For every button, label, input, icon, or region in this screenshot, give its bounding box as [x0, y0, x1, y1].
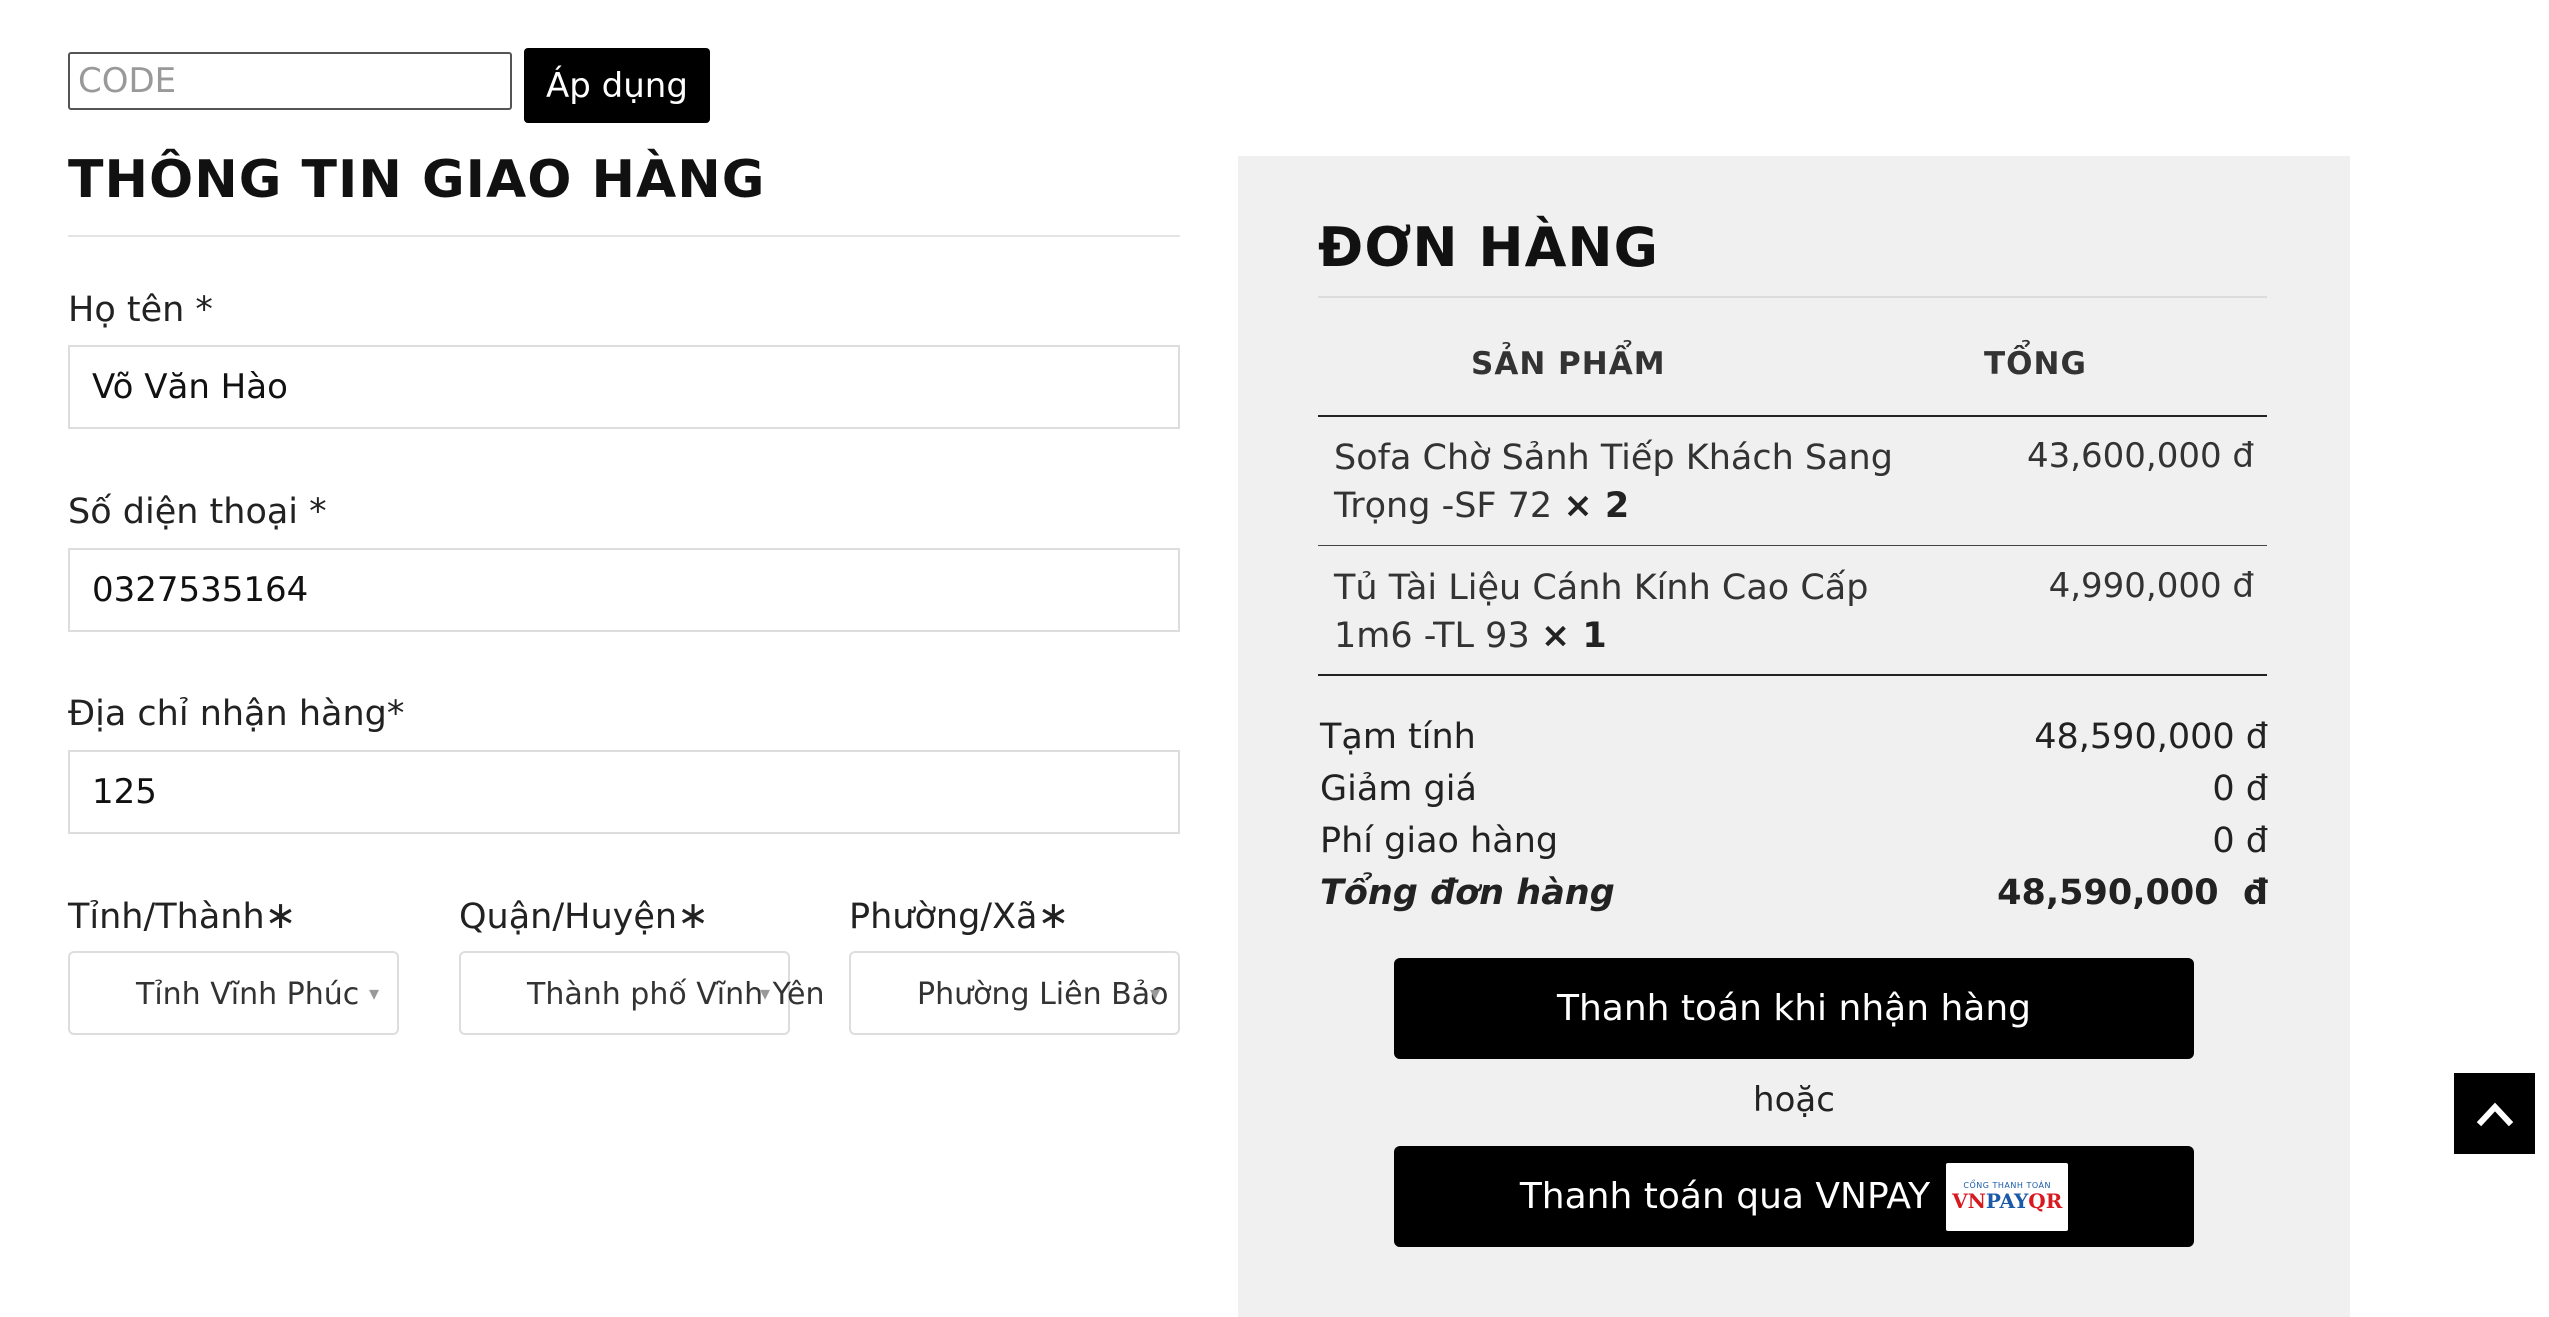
back-to-top-button[interactable] — [2454, 1073, 2535, 1154]
phone-label: Số diện thoại * — [68, 492, 327, 532]
total-column-header: TỔNG — [1984, 346, 2087, 382]
vnpay-qr-logo: CỔNG THANH TOÁN VNPAYQR — [1946, 1162, 2069, 1231]
vnpay-payment-button[interactable]: Thanh toán qua VNPAY CỔNG THANH TOÁN VNP… — [1394, 1146, 2194, 1247]
ward-label: Phường/Xã∗ — [849, 893, 1070, 937]
order-item-qty: × 1 — [1540, 616, 1607, 656]
chevron-up-icon — [2476, 1102, 2513, 1126]
ward-select[interactable]: Phường Liên Bảo ▾ — [849, 951, 1180, 1035]
subtotal-value: 48,590,000 đ — [2034, 717, 2268, 757]
order-item-name: Tủ Tài Liệu Cánh Kính Cao Cấp 1m6 -TL 93… — [1334, 568, 1869, 656]
or-text: hoặc — [1753, 1080, 1835, 1120]
discount-label: Giảm giá — [1320, 769, 1477, 809]
divider — [1318, 296, 2267, 298]
shipping-fee-label: Phí giao hàng — [1320, 821, 1559, 861]
order-item-price: 43,600,000 đ — [2026, 436, 2254, 476]
district-value: Thành phố Vĩnh Yên — [527, 977, 825, 1012]
order-item-price: 4,990,000 đ — [2048, 566, 2254, 606]
address-label: Địa chỉ nhận hàng* — [68, 694, 405, 734]
chevron-down-icon: ▾ — [759, 981, 770, 1005]
chevron-down-icon: ▾ — [1149, 981, 1160, 1005]
province-label: Tỉnh/Thành∗ — [68, 893, 297, 937]
order-total-value: 48,590,000 đ — [1997, 873, 2268, 913]
name-label: Họ tên * — [68, 290, 213, 330]
ward-value: Phường Liên Bảo — [917, 977, 1169, 1012]
table-rule — [1318, 545, 2267, 546]
name-field[interactable] — [68, 345, 1180, 429]
order-title: ĐƠN HÀNG — [1318, 216, 1659, 279]
shipping-info-title: THÔNG TIN GIAO HÀNG — [68, 150, 766, 210]
cod-payment-button[interactable]: Thanh toán khi nhận hàng — [1394, 958, 2194, 1059]
vnpay-button-label: Thanh toán qua VNPAY — [1519, 1176, 1931, 1217]
phone-field[interactable] — [68, 548, 1180, 632]
district-label: Quận/Huyện∗ — [459, 893, 709, 937]
order-item-qty: × 2 — [1563, 486, 1630, 526]
table-rule — [1318, 415, 2267, 417]
apply-coupon-button[interactable]: Áp dụng — [524, 48, 710, 123]
divider — [68, 235, 1180, 237]
order-summary-panel: ĐƠN HÀNG SẢN PHẨM TỔNG Sofa Chờ Sảnh Tiế… — [1238, 156, 2350, 1317]
discount-value: 0 đ — [2212, 769, 2268, 809]
district-select[interactable]: Thành phố Vĩnh Yên ▾ — [459, 951, 824, 1035]
province-select[interactable]: Tỉnh Vĩnh Phúc ▾ — [68, 951, 399, 1035]
shipping-fee-value: 0 đ — [2212, 821, 2268, 861]
address-field[interactable] — [68, 750, 1180, 834]
order-item-name: Sofa Chờ Sảnh Tiếp Khách Sang Trọng -SF … — [1334, 438, 1893, 526]
product-column-header: SẢN PHẨM — [1471, 346, 1666, 382]
order-total-label: Tổng đơn hàng — [1320, 873, 1615, 913]
chevron-down-icon: ▾ — [368, 981, 379, 1005]
subtotal-label: Tạm tính — [1320, 717, 1476, 757]
province-value: Tỉnh Vĩnh Phúc — [136, 977, 360, 1012]
table-rule — [1318, 674, 2267, 676]
coupon-code-input[interactable] — [68, 52, 512, 110]
